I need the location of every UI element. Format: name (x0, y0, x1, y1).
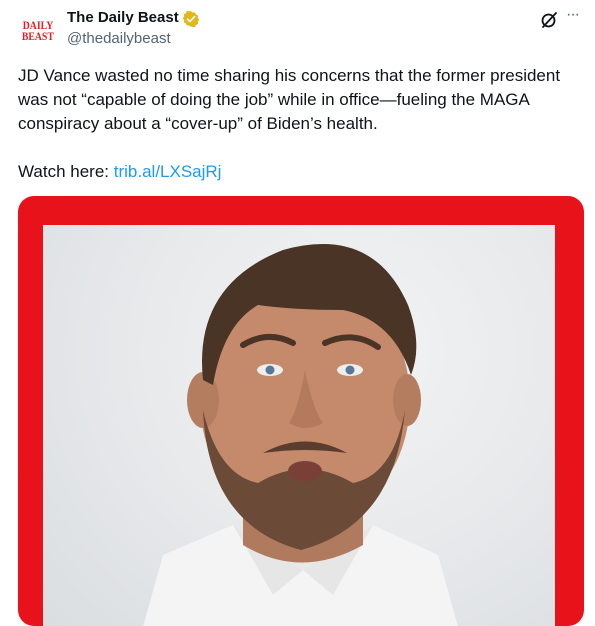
tweet[interactable]: DAILY BEAST The Daily Beast @thedailybea… (0, 0, 595, 626)
handle[interactable]: @thedailybeast (67, 30, 171, 47)
grok-icon[interactable] (539, 10, 559, 30)
portrait-illustration (143, 244, 458, 626)
tweet-media[interactable] (18, 196, 584, 626)
display-name[interactable]: The Daily Beast (67, 9, 179, 26)
avatar[interactable]: DAILY BEAST (18, 12, 58, 52)
watch-prefix: Watch here: (18, 162, 114, 181)
tweet-link[interactable]: trib.al/LXSajRj (114, 162, 222, 181)
avatar-logo-line2: BEAST (21, 31, 55, 43)
verified-badge-icon (182, 10, 200, 28)
photo[interactable] (43, 225, 555, 626)
tweet-text: JD Vance wasted no time sharing his conc… (18, 66, 561, 133)
more-icon[interactable]: ··· (566, 7, 586, 28)
watch-line: Watch here: trib.al/LXSajRj (18, 160, 221, 184)
